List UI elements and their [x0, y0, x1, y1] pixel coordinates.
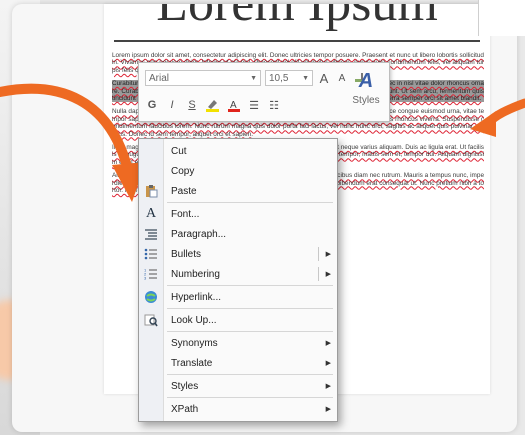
- menu-separator: [167, 308, 333, 309]
- menu-separator: [167, 331, 333, 332]
- menu-item-paragraph[interactable]: Paragraph...: [139, 224, 337, 244]
- menu-separator: [167, 374, 333, 375]
- italic-button[interactable]: I: [165, 97, 179, 113]
- bullets-toolbar-icon[interactable]: ☰: [247, 97, 261, 113]
- styles-gallery-button[interactable]: A Styles: [348, 67, 384, 117]
- menu-item-label: Bullets: [171, 248, 202, 260]
- menu-item-label: Look Up...: [171, 314, 217, 326]
- menu-item-bullets[interactable]: Bullets ▶: [139, 244, 337, 264]
- submenu-arrow-icon: ▶: [325, 251, 331, 258]
- split-divider: [318, 267, 319, 281]
- menu-item-label: XPath: [171, 403, 199, 415]
- context-menu: Cut Copy Paste A Font... Paragraph... Bullets ▶…: [138, 138, 338, 422]
- menu-item-xpath[interactable]: XPath ▶: [139, 399, 337, 419]
- menu-item-label: Numbering: [171, 268, 220, 280]
- numbering-toolbar-icon[interactable]: ☷: [267, 97, 281, 113]
- font-color-icon[interactable]: A: [227, 97, 241, 113]
- font-name-value: Arial: [149, 72, 170, 84]
- menu-item-translate[interactable]: Translate ▶: [139, 353, 337, 373]
- submenu-arrow-icon: ▶: [325, 340, 331, 347]
- submenu-arrow-icon: ▶: [325, 360, 331, 367]
- menu-item-label: Paste: [171, 185, 197, 197]
- underline-button[interactable]: S: [185, 97, 199, 113]
- cut-icon: [143, 143, 159, 159]
- menu-item-styles[interactable]: Styles ▶: [139, 376, 337, 396]
- menu-item-label: Styles: [171, 380, 199, 392]
- svg-text:3: 3: [144, 276, 147, 281]
- menu-separator: [167, 285, 333, 286]
- paragraph-icon: [143, 226, 159, 242]
- shrink-font-button[interactable]: A: [335, 70, 349, 86]
- menu-item-label: Paragraph...: [171, 228, 227, 240]
- submenu-arrow-icon: ▶: [325, 271, 331, 278]
- font-name-combo[interactable]: Arial ▼: [145, 70, 261, 86]
- menu-item-hyperlink[interactable]: Hyperlink...: [139, 287, 337, 307]
- menu-item-copy[interactable]: Copy: [139, 161, 337, 181]
- lookup-icon: [143, 312, 159, 328]
- mini-toolbar: Arial ▼ 10,5 ▼ A A G I S A ☰ ☷ A Styles: [138, 62, 390, 122]
- styles-icon: A: [358, 70, 374, 92]
- menu-item-paste[interactable]: Paste: [139, 181, 337, 201]
- menu-item-label: Cut: [171, 145, 187, 157]
- menu-item-numbering[interactable]: 1 2 3 Numbering ▶: [139, 264, 337, 284]
- styles-label: Styles: [352, 95, 380, 106]
- menu-separator: [167, 202, 333, 203]
- font-size-combo[interactable]: 10,5 ▼: [265, 70, 313, 86]
- copy-icon: [143, 163, 159, 179]
- submenu-arrow-icon: ▶: [325, 383, 331, 390]
- menu-item-label: Translate: [171, 357, 213, 369]
- grow-font-button[interactable]: A: [317, 70, 331, 86]
- title-rule: [114, 40, 480, 42]
- menu-item-label: Synonyms: [171, 337, 218, 349]
- right-window-edge: [478, 0, 525, 36]
- menu-item-cut[interactable]: Cut: [139, 141, 337, 161]
- font-size-value: 10,5: [269, 72, 289, 84]
- menu-item-synonyms[interactable]: Synonyms ▶: [139, 333, 337, 353]
- chevron-down-icon: ▼: [302, 74, 309, 82]
- paste-icon: [143, 183, 159, 199]
- chevron-down-icon: ▼: [250, 74, 257, 82]
- font-icon: A: [145, 206, 157, 221]
- menu-item-label: Font...: [171, 208, 200, 220]
- menu-item-label: Copy: [171, 165, 195, 177]
- numbering-icon: 123: [143, 266, 159, 282]
- split-divider: [318, 247, 319, 261]
- menu-separator: [167, 397, 333, 398]
- menu-item-label: Hyperlink...: [171, 291, 222, 303]
- menu-item-font[interactable]: A Font...: [139, 204, 337, 224]
- document-title: Lorem Ipsum: [104, 4, 490, 34]
- bold-button[interactable]: G: [145, 97, 159, 113]
- bullets-icon: [143, 246, 159, 262]
- highlight-icon[interactable]: [205, 97, 221, 113]
- menu-item-lookup[interactable]: Look Up...: [139, 310, 337, 330]
- submenu-arrow-icon: ▶: [325, 406, 331, 413]
- hyperlink-icon: [143, 289, 159, 305]
